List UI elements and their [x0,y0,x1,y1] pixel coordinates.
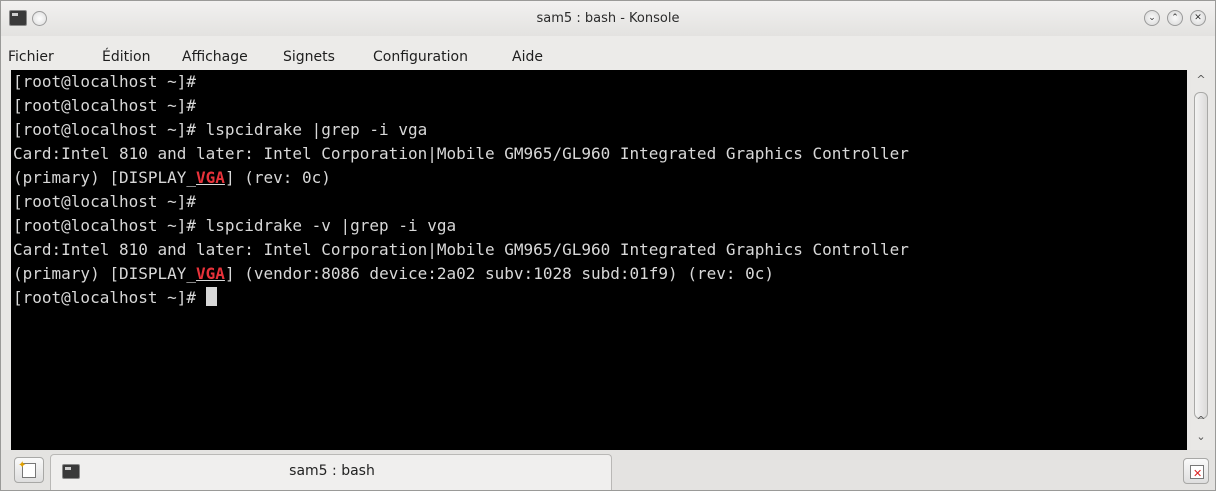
terminal-line: Card:Intel 810 and later: Intel Corporat… [13,240,909,259]
menu-edition[interactable]: Édition [102,36,150,70]
terminal-output[interactable]: [root@localhost ~]# [root@localhost ~]# … [11,70,1187,450]
menu-affichage[interactable]: Affichage [182,36,248,70]
tab-label: sam5 : bash [289,463,375,479]
terminal-line: [root@localhost ~]# [13,286,217,310]
terminal-line: [root@localhost ~]# lspcidrake |grep -i … [13,120,428,139]
new-star-icon: ✦ [18,460,27,471]
terminal-line: Card:Intel 810 and later: Intel Corporat… [13,144,909,163]
maximize-button[interactable]: ⌃ [1167,10,1183,26]
tab-sam5-bash[interactable]: sam5 : bash [50,454,612,490]
menu-configuration[interactable]: Configuration [373,36,468,70]
terminal-line: [root@localhost ~]# [13,72,206,91]
terminal-line: (primary) [DISPLAY_VGA] (vendor:8086 dev… [13,264,775,283]
scroll-down-arrow-icon[interactable]: ⌄ [1191,429,1211,445]
close-x-icon: ✕ [1193,467,1203,480]
menu-aide[interactable]: Aide [512,36,543,70]
konsole-window: sam5 : bash - Konsole ⌄ ⌃ ✕ Fichier Édit… [0,0,1216,491]
terminal-line: [root@localhost ~]# [13,192,206,211]
minimize-button[interactable]: ⌄ [1144,10,1160,26]
new-tab-button[interactable]: ✦ [14,457,44,483]
scroll-up-arrow-icon[interactable]: ^ [1191,413,1211,429]
grep-match-highlight: VGA [196,168,225,187]
vertical-scrollbar[interactable]: ^ ^ ⌄ [1191,70,1211,450]
menu-bar: Fichier Édition Affichage Signets Config… [1,36,1215,70]
menu-fichier[interactable]: Fichier [8,36,54,70]
terminal-line: [root@localhost ~]# lspcidrake -v |grep … [13,216,457,235]
close-tab-button[interactable]: ✕ [1183,458,1209,484]
scroll-up-arrow-icon[interactable]: ^ [1191,72,1211,88]
text-cursor [205,287,217,306]
tab-bar: ✦ sam5 : bash ✕ [1,450,1215,490]
terminal-line: (primary) [DISPLAY_VGA] (rev: 0c) [13,168,331,187]
scrollbar-thumb[interactable] [1194,92,1208,419]
window-title: sam5 : bash - Konsole [536,11,680,26]
terminal-line: [root@localhost ~]# [13,96,206,115]
title-bar[interactable]: sam5 : bash - Konsole ⌄ ⌃ ✕ [1,1,1215,36]
menu-signets[interactable]: Signets [283,36,335,70]
close-button[interactable]: ✕ [1190,10,1206,26]
grep-match-highlight: VGA [196,264,225,283]
